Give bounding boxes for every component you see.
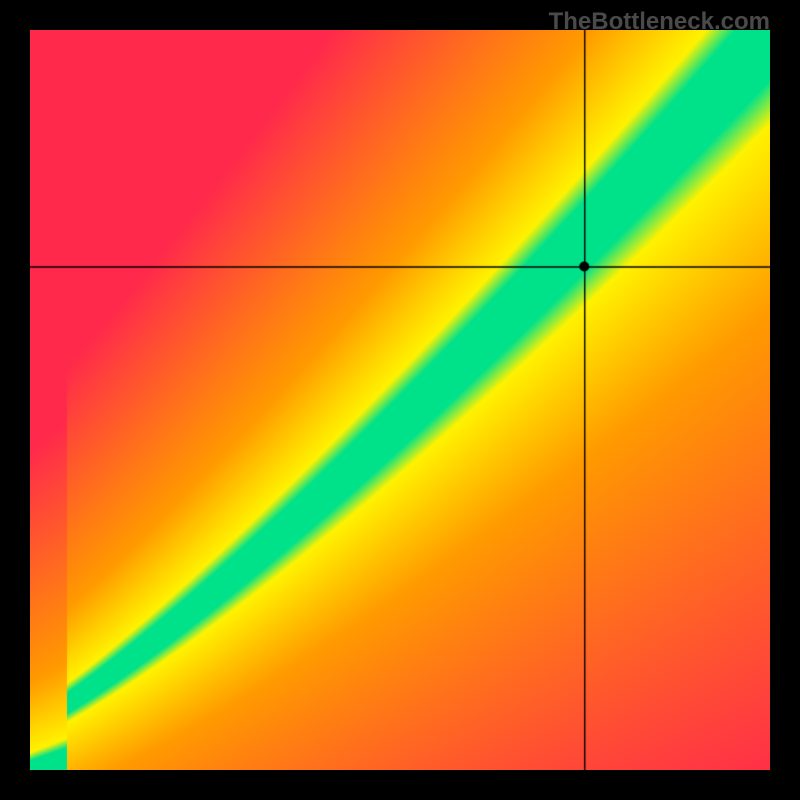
heatmap-canvas bbox=[30, 30, 770, 770]
chart-container: TheBottleneck.com bbox=[0, 0, 800, 800]
heatmap-chart bbox=[30, 30, 770, 770]
watermark-text: TheBottleneck.com bbox=[549, 8, 770, 36]
